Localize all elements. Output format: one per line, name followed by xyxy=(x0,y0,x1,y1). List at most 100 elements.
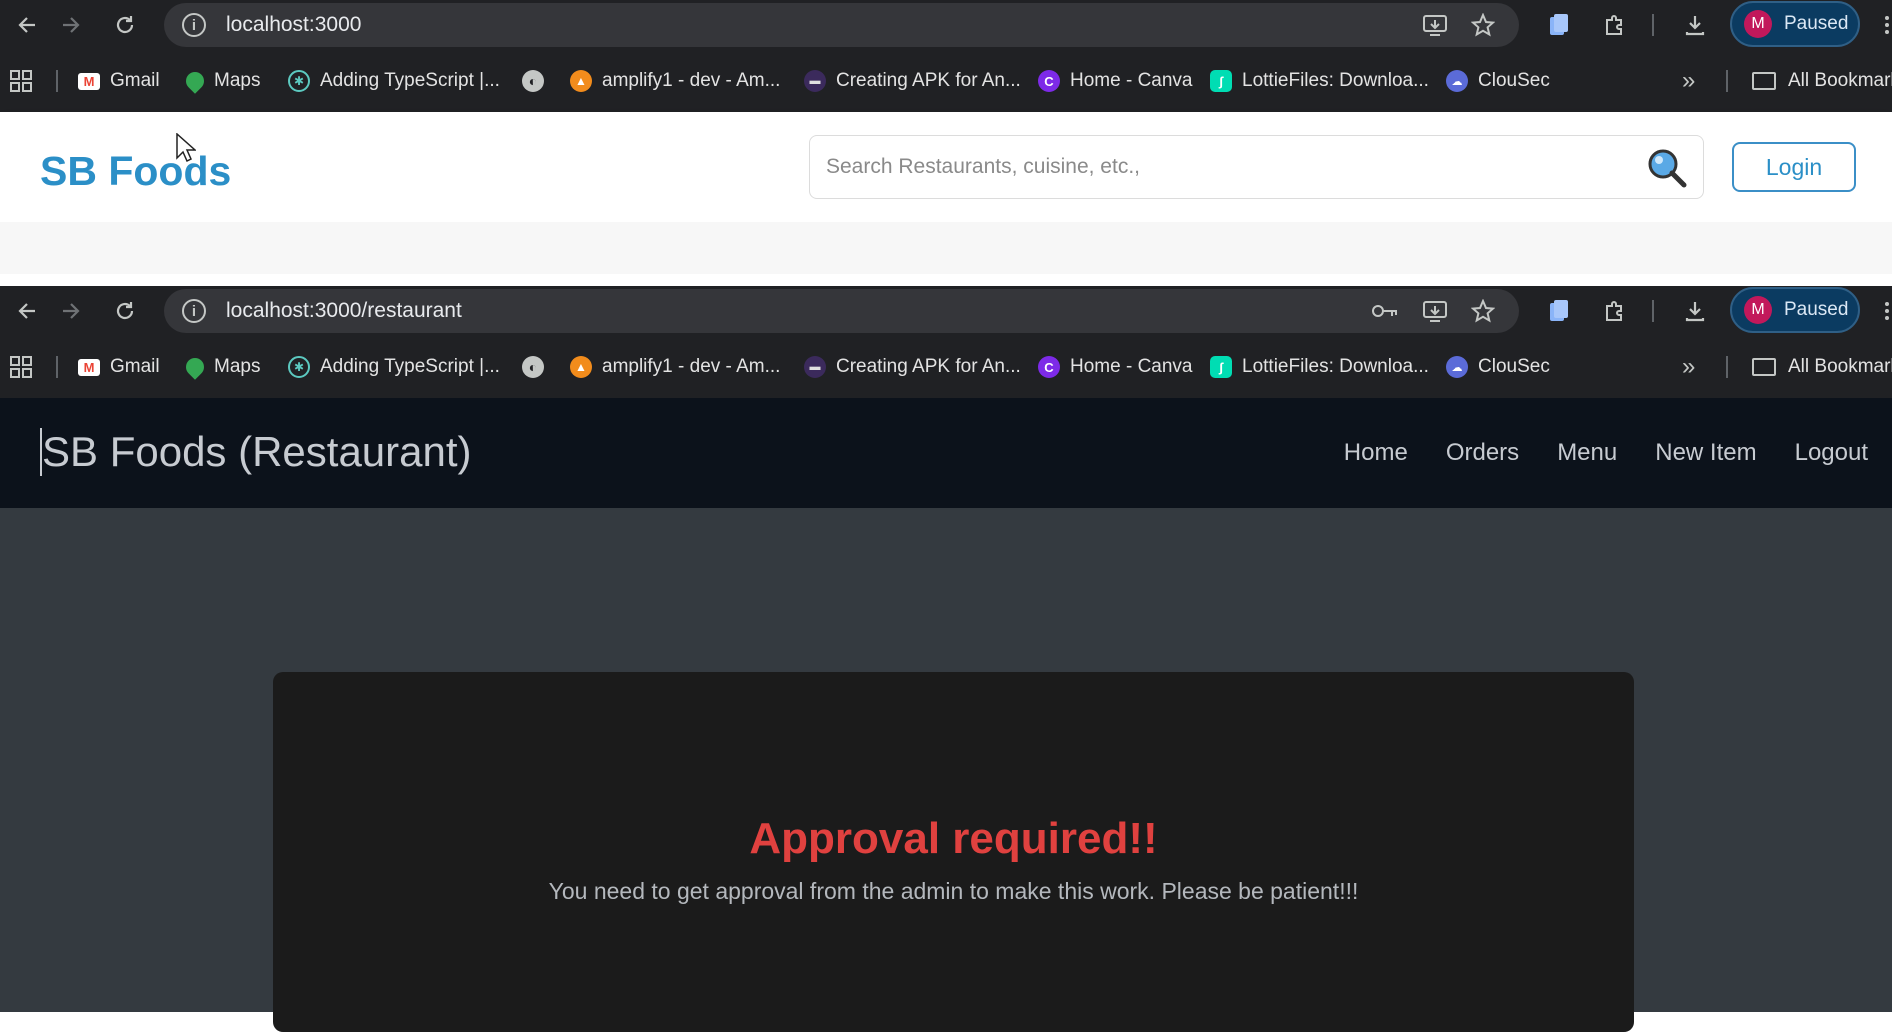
bookmark-maps[interactable]: Maps xyxy=(182,336,260,398)
bookmark-label: Adding TypeScript |... xyxy=(320,356,500,377)
search-icon[interactable] xyxy=(1645,146,1689,196)
address-bar[interactable]: i localhost:3000/restaurant xyxy=(164,289,1519,333)
bookmark-globe[interactable]: ◐ xyxy=(522,50,554,112)
extension-notes-icon[interactable] xyxy=(1544,286,1574,336)
profile-button[interactable]: M Paused xyxy=(1730,1,1860,47)
bookmark-star-icon[interactable] xyxy=(1468,0,1498,50)
extensions-puzzle-icon[interactable] xyxy=(1600,286,1630,336)
bookmark-label: ClouSec xyxy=(1478,70,1550,91)
nav-logout[interactable]: Logout xyxy=(1795,439,1868,467)
bookmark-label: ClouSec xyxy=(1478,356,1550,377)
bookmark-label: amplify1 - dev - Am... xyxy=(602,356,781,377)
react-icon: ✱ xyxy=(288,356,310,378)
bookmark-label: Adding TypeScript |... xyxy=(320,70,500,91)
maps-icon xyxy=(182,68,208,94)
nav-links: Home Orders Menu New Item Logout xyxy=(1306,398,1868,508)
restaurant-navbar: SB Foods (Restaurant) Home Orders Menu N… xyxy=(0,398,1892,508)
bookmark-label: Creating APK for An... xyxy=(836,356,1021,377)
amplify-icon: ▲ xyxy=(570,70,592,92)
bookmark-label: amplify1 - dev - Am... xyxy=(602,70,781,91)
extensions-puzzle-icon[interactable] xyxy=(1600,0,1630,50)
bookmark-clousec[interactable]: ☁ ClouSec xyxy=(1446,50,1550,112)
bookmark-apk[interactable]: ▬ Creating APK for An... xyxy=(804,50,1021,112)
site-info-icon[interactable]: i xyxy=(182,13,206,37)
nav-orders[interactable]: Orders xyxy=(1446,439,1519,467)
more-bookmarks-icon[interactable]: » xyxy=(1682,50,1695,112)
all-bookmarks[interactable]: All Bookmarks xyxy=(1752,336,1892,398)
profile-button[interactable]: M Paused xyxy=(1730,287,1860,333)
amplify-icon: ▲ xyxy=(570,356,592,378)
apps-grid-icon[interactable] xyxy=(10,336,32,398)
globe-icon: ◐ xyxy=(522,70,544,92)
bookmark-typescript[interactable]: ✱ Adding TypeScript |... xyxy=(288,50,500,112)
restaurant-brand[interactable]: SB Foods (Restaurant) xyxy=(40,428,472,476)
bookmark-amplify[interactable]: ▲ amplify1 - dev - Am... xyxy=(570,336,780,398)
approval-title: Approval required!! xyxy=(749,814,1158,863)
bookmarks-bar: M Gmail Maps ✱ Adding TypeScript |... ◐ … xyxy=(0,336,1892,398)
canva-icon: C xyxy=(1038,70,1060,92)
bookmark-globe[interactable]: ◐ xyxy=(522,336,554,398)
bookmarks-divider xyxy=(1726,356,1728,378)
forward-icon[interactable] xyxy=(44,286,98,336)
bookmark-gmail[interactable]: M Gmail xyxy=(78,50,160,112)
bookmark-label: Home - Canva xyxy=(1070,70,1193,91)
browser-toolbar: i localhost:3000 M Paused xyxy=(0,0,1892,50)
forward-icon[interactable] xyxy=(44,0,98,50)
gmail-icon: M xyxy=(78,358,100,376)
login-button[interactable]: Login xyxy=(1732,142,1856,192)
bookmark-label: Maps xyxy=(214,70,261,91)
address-bar[interactable]: i localhost:3000 xyxy=(164,3,1519,47)
globe-icon: ◐ xyxy=(522,356,544,378)
bookmark-gmail[interactable]: M Gmail xyxy=(78,336,160,398)
all-bookmarks[interactable]: All Bookmarks xyxy=(1752,50,1892,112)
nav-home[interactable]: Home xyxy=(1344,439,1408,467)
search-input[interactable] xyxy=(826,155,1646,179)
apps-grid-icon[interactable] xyxy=(10,50,32,112)
install-app-icon[interactable] xyxy=(1420,286,1450,336)
password-key-icon[interactable] xyxy=(1370,286,1400,336)
page-body-strip xyxy=(0,222,1892,274)
bookmark-apk[interactable]: ▬ Creating APK for An... xyxy=(804,336,1021,398)
avatar: M xyxy=(1744,296,1772,324)
site-info-icon[interactable]: i xyxy=(182,299,206,323)
bookmark-lottie[interactable]: ʃ LottieFiles: Downloa... xyxy=(1210,336,1429,398)
approval-card-content: Approval required!! You need to get appr… xyxy=(273,508,1634,1012)
lottie-icon: ʃ xyxy=(1210,356,1232,378)
all-bookmarks-label: All Bookmarks xyxy=(1788,70,1892,91)
download-icon[interactable] xyxy=(1680,0,1710,50)
bookmark-clousec[interactable]: ☁ ClouSec xyxy=(1446,336,1550,398)
brand-logo[interactable]: SB Foods xyxy=(40,148,231,195)
folder-icon xyxy=(1752,358,1776,376)
search-box xyxy=(809,135,1704,199)
toolbar-divider xyxy=(1652,300,1654,322)
mouse-cursor-icon xyxy=(176,132,197,168)
nav-new-item[interactable]: New Item xyxy=(1655,439,1756,467)
bookmark-maps[interactable]: Maps xyxy=(182,50,261,112)
download-icon[interactable] xyxy=(1680,286,1710,336)
bookmark-lottie[interactable]: ʃ LottieFiles: Downloa... xyxy=(1210,50,1429,112)
canva-icon: C xyxy=(1038,356,1060,378)
nav-menu[interactable]: Menu xyxy=(1557,439,1617,467)
bookmarks-bar: M Gmail Maps ✱ Adding TypeScript |... ◐ … xyxy=(0,50,1892,112)
react-icon: ✱ xyxy=(288,70,310,92)
reload-icon[interactable] xyxy=(98,286,152,336)
maps-icon xyxy=(182,354,208,380)
toolbar-divider xyxy=(1652,14,1654,36)
extension-notes-icon[interactable] xyxy=(1544,0,1574,50)
bookmark-typescript[interactable]: ✱ Adding TypeScript |... xyxy=(288,336,500,398)
bookmark-label: LottieFiles: Downloa... xyxy=(1242,70,1429,91)
reload-icon[interactable] xyxy=(98,0,152,50)
more-bookmarks-icon[interactable]: » xyxy=(1682,336,1695,398)
site-header: SB Foods Login xyxy=(0,112,1892,222)
all-bookmarks-label: All Bookmarks xyxy=(1788,356,1892,377)
bookmark-amplify[interactable]: ▲ amplify1 - dev - Am... xyxy=(570,50,780,112)
bookmark-canva[interactable]: C Home - Canva xyxy=(1038,50,1193,112)
menu-dots-icon[interactable] xyxy=(1882,286,1892,336)
menu-dots-icon[interactable] xyxy=(1882,0,1892,50)
install-app-icon[interactable] xyxy=(1420,0,1450,50)
bookmark-star-icon[interactable] xyxy=(1468,286,1498,336)
bookmark-canva[interactable]: C Home - Canva xyxy=(1038,336,1193,398)
expo-icon: ▬ xyxy=(804,356,826,378)
address-text: localhost:3000 xyxy=(226,13,362,36)
bookmark-label: Home - Canva xyxy=(1070,356,1193,377)
